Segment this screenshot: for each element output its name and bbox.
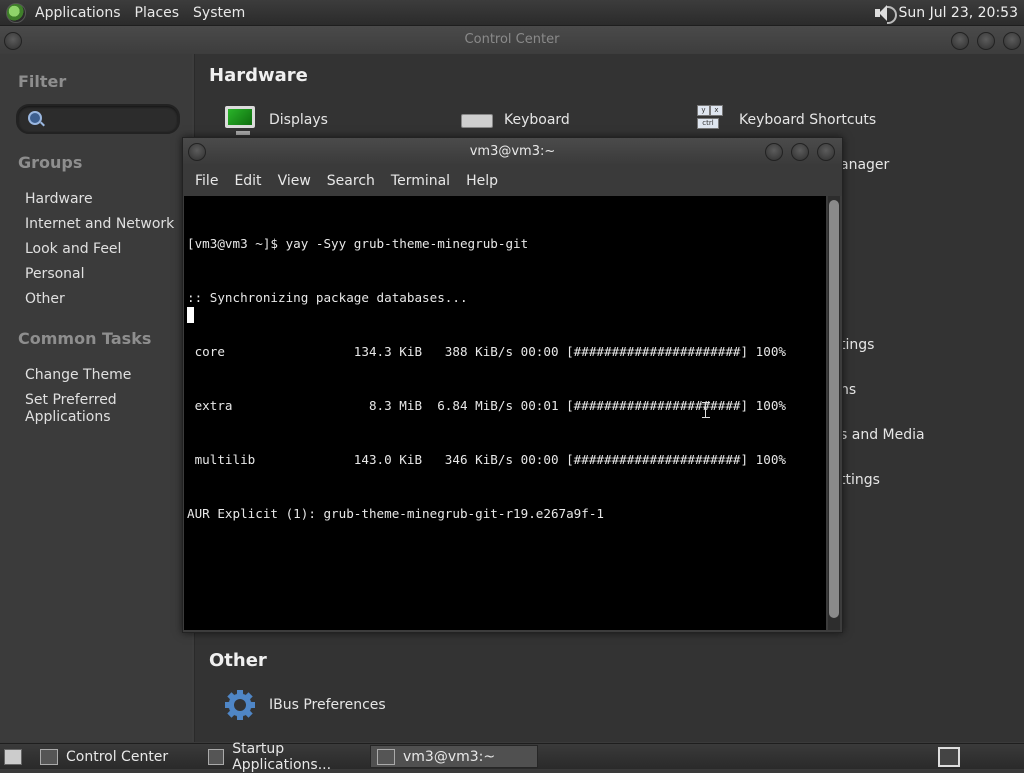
terminal-window: vm3@vm3:~ File Edit View Search Terminal… [182,137,843,633]
bottom-taskbar: Control Center Startup Applications... v… [0,743,1024,769]
ibus-preferences-item[interactable]: IBus Preferences [269,697,386,713]
partial-item-ttings[interactable]: ttings [840,472,880,488]
menu-search[interactable]: Search [319,173,383,189]
menu-terminal[interactable]: Terminal [383,173,458,189]
group-hardware[interactable]: Hardware [25,191,93,207]
clock[interactable]: Sun Jul 23, 20:53 [899,5,1019,21]
group-other[interactable]: Other [25,291,65,307]
workspace-switcher[interactable] [938,747,960,767]
terminal-line: AUR Explicit (1): grub-theme-minegrub-gi… [187,505,826,523]
partial-item-settings[interactable]: tings [840,337,874,353]
window-menu-button[interactable] [4,32,22,50]
hardware-section-title: Hardware [209,65,308,86]
display-icon [225,106,255,128]
task-change-theme[interactable]: Change Theme [25,367,131,383]
terminal-maximize-button[interactable] [791,143,809,161]
task-label: vm3@vm3:~ [403,749,495,765]
displays-item[interactable]: Displays [269,112,328,128]
group-look-and-feel[interactable]: Look and Feel [25,241,121,257]
task-set-preferred-applications[interactable]: Set Preferred Applications [25,392,155,426]
terminal-title: vm3@vm3:~ [470,144,556,159]
task-terminal[interactable]: vm3@vm3:~ [370,745,538,768]
group-personal[interactable]: Personal [25,266,85,282]
terminal-titlebar[interactable]: vm3@vm3:~ [183,138,842,165]
terminal-scrollbar-thumb[interactable] [829,200,839,618]
applications-menu[interactable]: Applications [28,5,128,21]
common-tasks-heading: Common Tasks [18,329,151,348]
menu-file[interactable]: File [187,173,226,189]
terminal-line: extra 8.3 MiB 6.84 MiB/s 00:01 [########… [187,397,826,415]
menu-help[interactable]: Help [458,173,506,189]
group-internet-and-network[interactable]: Internet and Network [25,216,174,232]
terminal-line: [vm3@vm3 ~]$ yay -Syy grub-theme-minegru… [187,235,826,253]
control-center-task-icon [40,749,58,765]
terminal-close-button[interactable] [817,143,835,161]
terminal-scrollbar[interactable] [828,196,840,630]
startup-applications-task-icon [208,749,224,765]
task-label: Control Center [66,749,168,765]
keyboard-icon [461,114,493,128]
task-control-center[interactable]: Control Center [34,745,198,768]
gear-icon [225,690,255,720]
partial-item-manager[interactable]: anager [840,157,889,173]
terminal-task-icon [377,749,395,765]
system-menu[interactable]: System [186,5,252,21]
other-section-title: Other [209,650,267,671]
terminal-cursor [187,307,194,323]
filter-input[interactable] [16,104,180,134]
terminal-screen[interactable]: [vm3@vm3 ~]$ yay -Syy grub-theme-minegru… [184,196,826,630]
terminal-window-menu-button[interactable] [188,143,206,161]
speaker-icon[interactable] [873,4,891,22]
top-panel: Applications Places System Sun Jul 23, 2… [0,0,1024,26]
terminal-minimize-button[interactable] [765,143,783,161]
close-button[interactable] [1003,32,1021,50]
terminal-line: :: Synchronizing package databases... [187,289,826,307]
filter-heading: Filter [18,72,66,91]
groups-heading: Groups [18,153,82,172]
task-startup-applications[interactable]: Startup Applications... [202,745,370,768]
control-center-titlebar[interactable]: Control Center [0,26,1024,54]
search-icon [28,111,42,125]
terminal-line: core 134.3 KiB 388 KiB/s 00:00 [########… [187,343,826,361]
keyboard-item[interactable]: Keyboard [504,112,570,128]
maximize-button[interactable] [977,32,995,50]
menu-edit[interactable]: Edit [226,173,269,189]
keyboard-shortcuts-item[interactable]: Keyboard Shortcuts [739,112,876,128]
sidebar: Filter Groups Hardware Internet and Netw… [0,54,192,742]
keyboard-shortcuts-icon: y x ctrl [695,105,721,129]
top-menu: Applications Places System [28,5,252,21]
control-center-title: Control Center [465,32,560,47]
places-menu[interactable]: Places [128,5,187,21]
ibeam-cursor-icon [705,402,708,418]
menu-view[interactable]: View [270,173,319,189]
terminal-line: multilib 143.0 KiB 346 KiB/s 00:00 [####… [187,451,826,469]
show-desktop-icon[interactable] [4,749,22,765]
terminal-output: [vm3@vm3 ~]$ yay -Syy grub-theme-minegru… [184,196,826,559]
terminal-menubar: File Edit View Search Terminal Help [183,165,842,196]
partial-item-media[interactable]: s and Media [840,427,925,443]
mate-logo-icon[interactable] [6,3,26,23]
minimize-button[interactable] [951,32,969,50]
top-right-tray: Sun Jul 23, 20:53 [873,4,1024,22]
